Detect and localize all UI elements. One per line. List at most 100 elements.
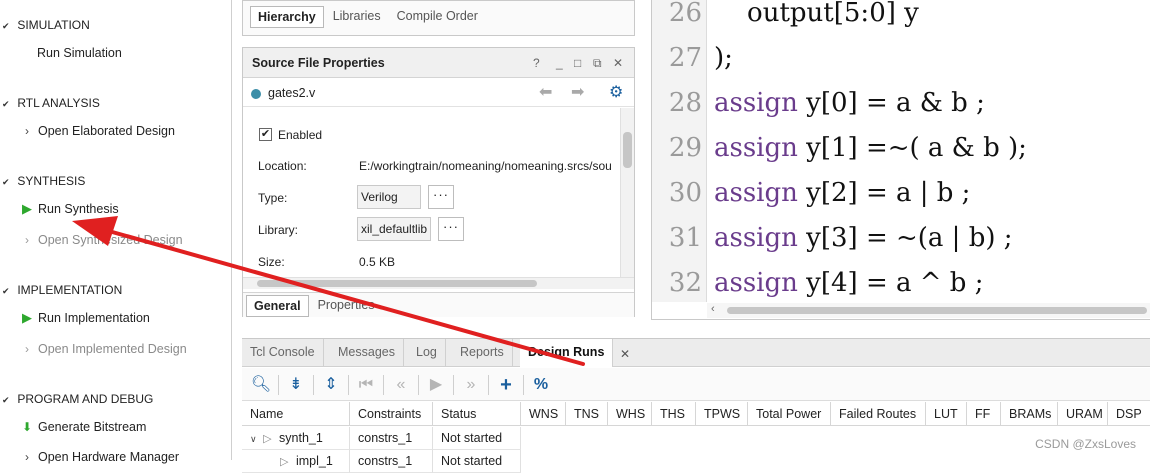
- first-icon[interactable]: ⏮: [355, 374, 377, 396]
- collapse-all-icon[interactable]: ⇟: [285, 374, 307, 396]
- search-icon[interactable]: 🔍︎: [250, 374, 272, 396]
- code-text: );: [714, 43, 733, 73]
- column-header-tns[interactable]: TNS: [566, 402, 608, 426]
- column-header-tpws[interactable]: TPWS: [696, 402, 748, 426]
- library-field[interactable]: xil_defaultlib: [357, 217, 431, 241]
- tab-libraries[interactable]: Libraries: [326, 6, 388, 28]
- scroll-thumb[interactable]: [257, 280, 537, 287]
- nav-run-implementation[interactable]: ▶ Run Implementation: [18, 309, 150, 327]
- play-icon: ▶: [22, 310, 32, 325]
- column-header-whs[interactable]: WHS: [608, 402, 652, 426]
- horizontal-scrollbar[interactable]: [243, 277, 634, 289]
- keyword: assign: [714, 268, 798, 298]
- table-row[interactable]: ∨ ▷ synth_1: [242, 427, 350, 450]
- chevron-down-icon[interactable]: ✔: [0, 21, 14, 32]
- tab-properties[interactable]: Properties: [311, 295, 382, 317]
- percent-icon[interactable]: %: [530, 374, 552, 396]
- library-label: Library:: [258, 223, 299, 237]
- chevron-down-icon[interactable]: ✔: [0, 177, 14, 188]
- nav-run-synthesis[interactable]: ▶ Run Synthesis: [18, 200, 119, 218]
- nav-generate-bitstream[interactable]: ⬇ Generate Bitstream: [18, 418, 146, 436]
- column-header-constraints[interactable]: Constraints: [350, 402, 433, 426]
- column-header-failed-routes[interactable]: Failed Routes: [831, 402, 926, 426]
- tab-design-runs[interactable]: Design Runs: [520, 339, 614, 367]
- scroll-left-icon[interactable]: ‹: [711, 303, 715, 315]
- code-editor[interactable]: 26 27 28 29 30 31 32 output[5:0] y ); as…: [651, 0, 1150, 320]
- nav-open-hardware-manager[interactable]: › Open Hardware Manager: [18, 448, 179, 466]
- table-row[interactable]: ▷ impl_1: [242, 450, 350, 473]
- help-icon[interactable]: ?: [533, 56, 540, 70]
- code-line[interactable]: assign y[1] =~( a & b );: [714, 133, 1027, 163]
- type-field[interactable]: Verilog: [357, 185, 421, 209]
- code-line[interactable]: assign y[3] = ~(a | b) ;: [714, 223, 1013, 253]
- tool-tabstrip: Tcl Console Messages Log Reports Design …: [242, 339, 1150, 367]
- column-header-lut[interactable]: LUT: [926, 402, 967, 426]
- float-icon[interactable]: ⧉: [593, 56, 602, 71]
- column-header-name[interactable]: Name: [242, 402, 350, 426]
- enabled-checkbox[interactable]: ✔: [259, 128, 272, 141]
- minimize-icon[interactable]: _: [556, 56, 563, 70]
- panel-title: Source File Properties: [252, 56, 385, 70]
- run-status: Not started: [433, 450, 521, 473]
- line-number-gutter: 26 27 28 29 30 31 32: [652, 0, 707, 302]
- line-number: 26: [668, 0, 702, 28]
- column-header-brams[interactable]: BRAMs: [1001, 402, 1058, 426]
- column-header-total-power[interactable]: Total Power: [748, 402, 831, 426]
- type-ellipsis-button[interactable]: ···: [428, 185, 454, 209]
- chevron-right-icon: ›: [25, 450, 29, 464]
- close-icon[interactable]: ✕: [620, 347, 630, 361]
- library-ellipsis-button[interactable]: ···: [438, 217, 464, 241]
- tab-reports[interactable]: Reports: [452, 339, 513, 367]
- maximize-icon[interactable]: □: [574, 56, 581, 70]
- chevron-down-icon[interactable]: ✔: [0, 395, 14, 406]
- tab-compile-order[interactable]: Compile Order: [390, 6, 485, 28]
- column-header-ths[interactable]: THS: [652, 402, 696, 426]
- code-line[interactable]: assign y[4] = a ^ b ;: [714, 268, 983, 298]
- code-text: y[3] = ~(a | b) ;: [797, 223, 1013, 253]
- nav-run-simulation[interactable]: Run Simulation: [37, 44, 122, 62]
- chevron-down-icon[interactable]: ✔: [0, 99, 14, 110]
- tab-hierarchy[interactable]: Hierarchy: [250, 6, 324, 28]
- vertical-scrollbar[interactable]: [620, 108, 634, 278]
- expand-all-icon[interactable]: ⇕: [320, 374, 342, 396]
- chevron-down-icon[interactable]: ∨: [250, 434, 257, 444]
- design-runs-window: Tcl Console Messages Log Reports Design …: [242, 338, 1150, 473]
- column-header-dsp[interactable]: DSP: [1108, 402, 1150, 426]
- nav-open-implemented-design[interactable]: › Open Implemented Design: [18, 340, 187, 358]
- tab-messages[interactable]: Messages: [330, 339, 404, 367]
- scroll-thumb[interactable]: [623, 132, 632, 168]
- column-header-ff[interactable]: FF: [967, 402, 1001, 426]
- code-line[interactable]: output[5:0] y: [714, 0, 919, 28]
- play-icon[interactable]: ▶: [425, 374, 447, 396]
- gear-icon[interactable]: ⚙: [609, 82, 623, 102]
- column-header-uram[interactable]: URAM: [1058, 402, 1108, 426]
- nav-open-synthesized-design[interactable]: › Open Synthesized Design: [18, 231, 183, 249]
- chevron-down-icon[interactable]: ✔: [0, 286, 14, 297]
- code-line[interactable]: );: [714, 43, 733, 73]
- column-header-wns[interactable]: WNS: [521, 402, 566, 426]
- tab-log[interactable]: Log: [408, 339, 446, 367]
- code-line[interactable]: assign y[0] = a & b ;: [714, 88, 985, 118]
- scroll-thumb[interactable]: [727, 307, 1147, 314]
- code-line[interactable]: assign y[2] = a | b ;: [714, 178, 970, 208]
- code-text: y[2] = a | b ;: [797, 178, 971, 208]
- fast-forward-icon[interactable]: »: [460, 374, 482, 396]
- section-synthesis[interactable]: ✔ SYNTHESIS: [0, 174, 85, 190]
- rewind-icon[interactable]: «: [390, 374, 412, 396]
- forward-arrow-icon[interactable]: ➡: [571, 82, 584, 102]
- chevron-right-icon: ›: [25, 233, 29, 247]
- editor-horizontal-scrollbar[interactable]: ‹: [707, 303, 1150, 318]
- back-arrow-icon[interactable]: ⬅: [539, 82, 552, 102]
- section-simulation[interactable]: ✔ SIMULATION: [0, 18, 90, 34]
- close-icon[interactable]: ✕: [613, 56, 623, 70]
- add-icon[interactable]: +: [495, 374, 517, 396]
- section-rtl-analysis[interactable]: ✔ RTL ANALYSIS: [0, 96, 100, 112]
- run-constraints: constrs_1: [350, 427, 433, 450]
- section-program-and-debug[interactable]: ✔ PROGRAM AND DEBUG: [0, 392, 153, 408]
- tab-tcl-console[interactable]: Tcl Console: [242, 339, 324, 367]
- section-implementation[interactable]: ✔ IMPLEMENTATION: [0, 283, 122, 299]
- column-header-status[interactable]: Status: [433, 402, 521, 426]
- tab-general[interactable]: General: [246, 295, 309, 317]
- line-number: 28: [668, 88, 702, 118]
- nav-open-elaborated-design[interactable]: › Open Elaborated Design: [18, 122, 175, 140]
